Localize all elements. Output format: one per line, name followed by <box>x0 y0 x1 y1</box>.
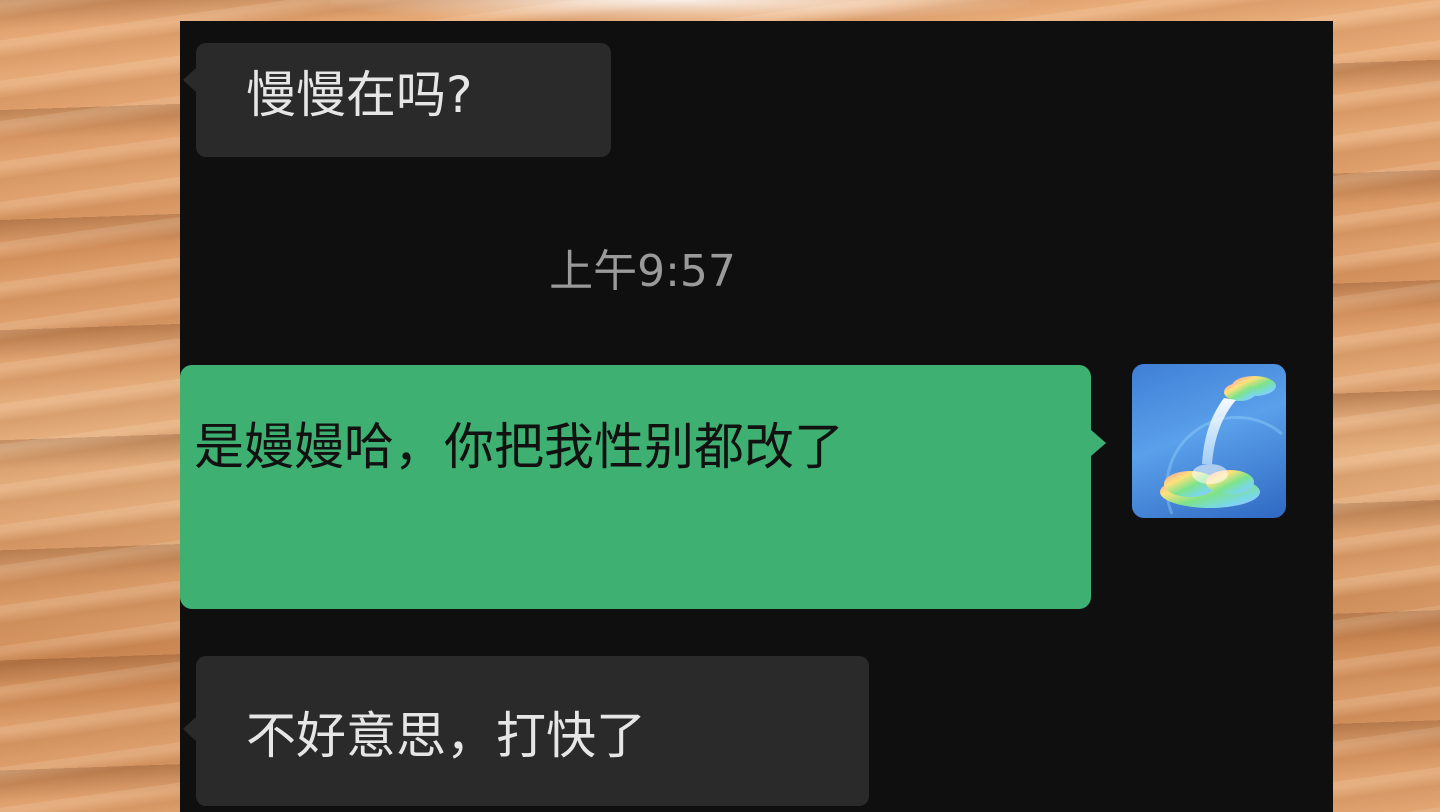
timestamp: 上午9:57 <box>549 246 736 297</box>
user-avatar[interactable] <box>1132 364 1286 518</box>
incoming-message-bubble[interactable]: 慢慢在吗? <box>183 43 611 157</box>
incoming-message-bubble[interactable]: 不好意思，打快了 <box>183 656 869 806</box>
outgoing-message-bubble[interactable]: 是嫚嫚哈，你把我性别都改了 <box>180 365 1106 609</box>
chat-screen: 慢慢在吗? 上午9:57 是嫚嫚哈，你把我性别都改了 不好意思，打快了 <box>180 21 1333 812</box>
message-text: 是嫚嫚哈，你把我性别都改了 <box>194 418 844 476</box>
message-text: 不好意思，打快了 <box>246 707 646 765</box>
sea-foam-decoration <box>330 0 1030 22</box>
rainbow-cloud-waterfall-icon <box>1160 376 1283 515</box>
message-text: 慢慢在吗? <box>246 66 473 124</box>
